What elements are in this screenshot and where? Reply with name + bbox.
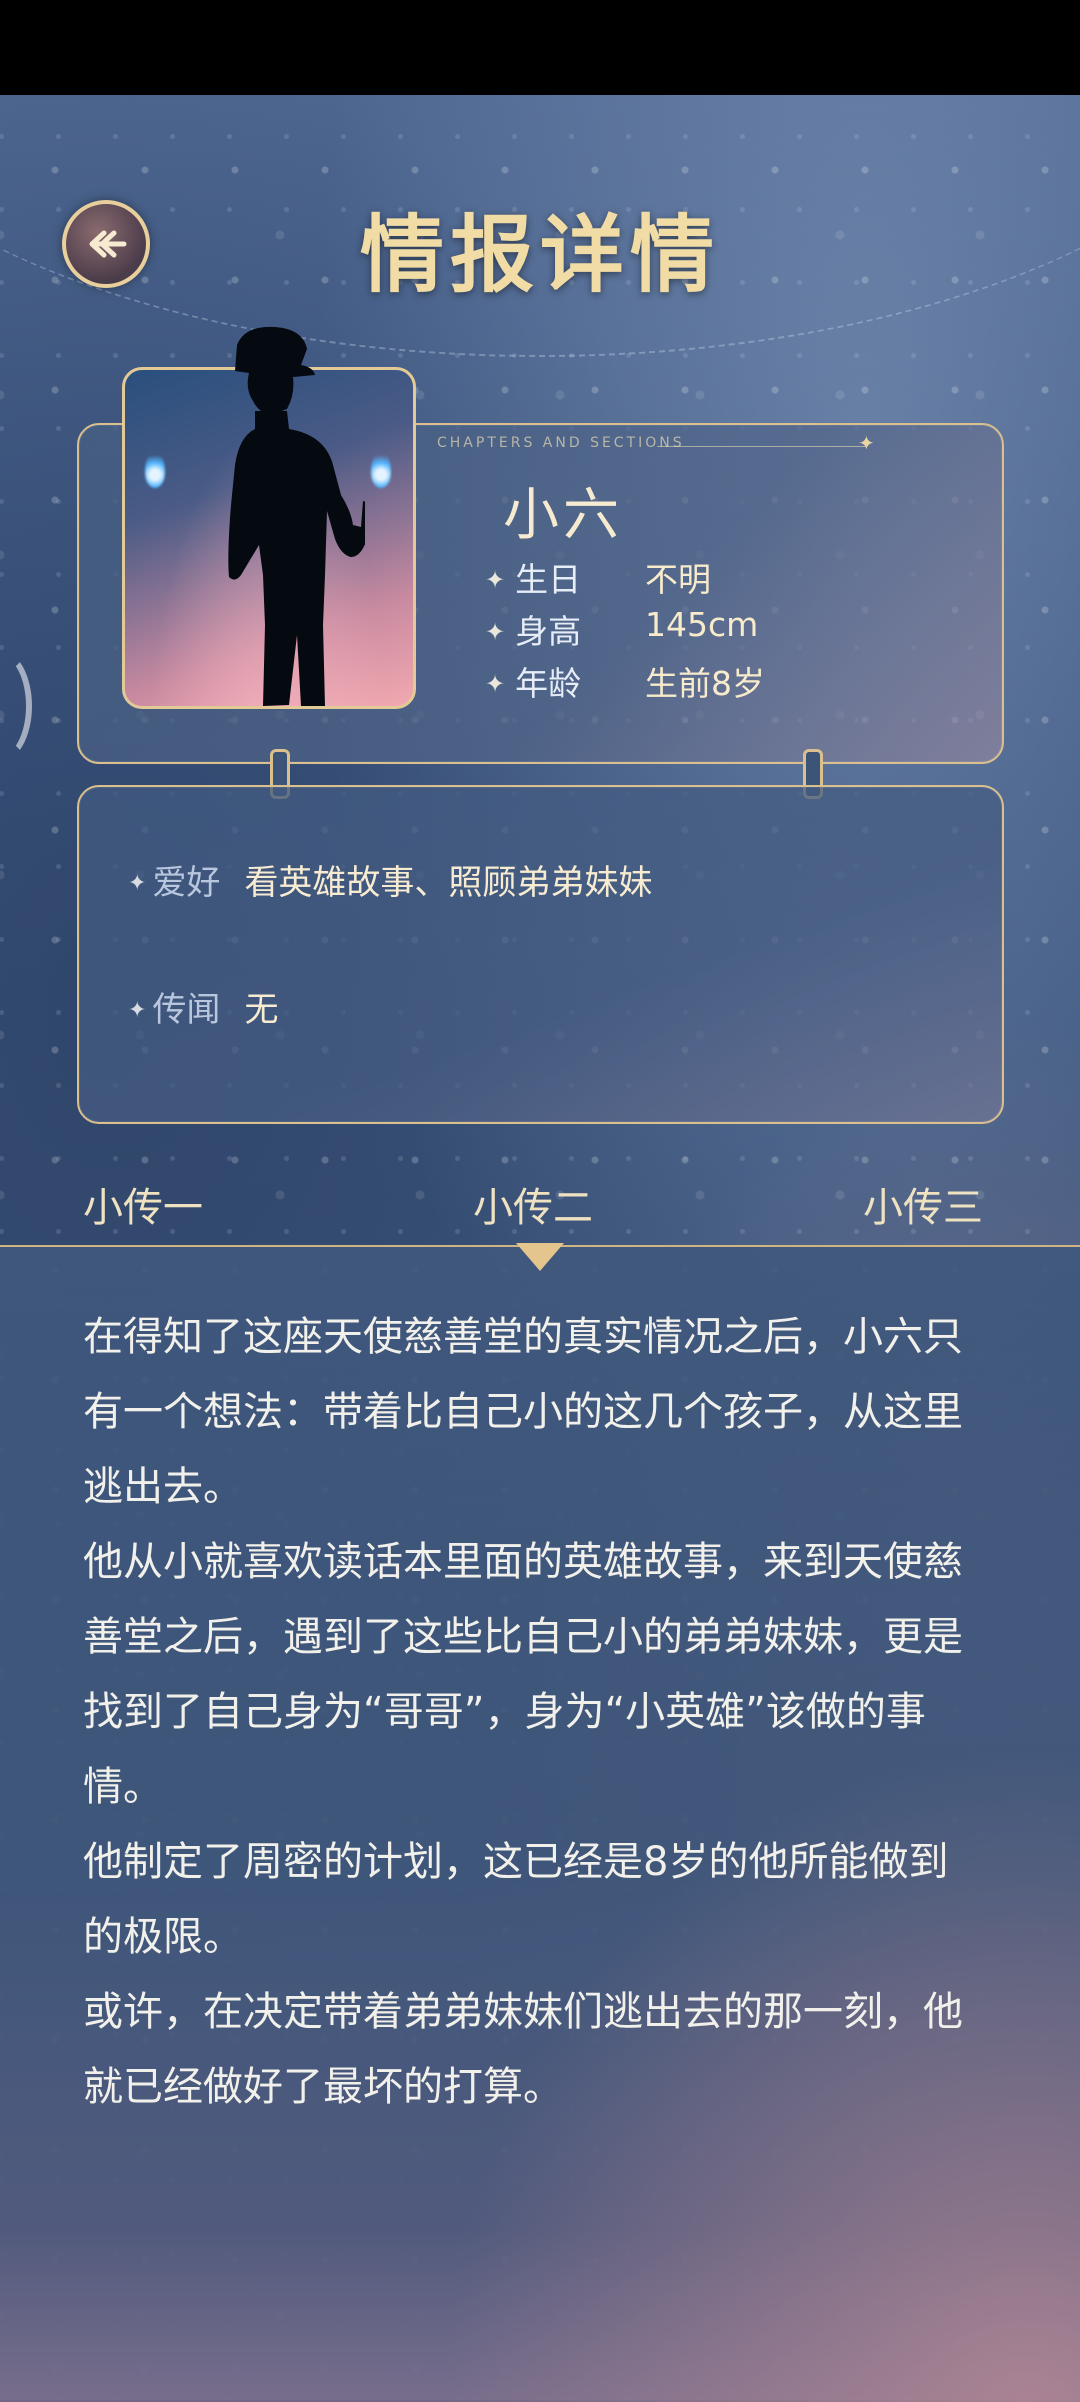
- field-label: 生日: [515, 560, 582, 599]
- details-panel: [77, 785, 1004, 1124]
- story-paragraph: 他从小就喜欢读话本里面的英雄故事，来到天使慈善堂之后，遇到了这些比自己小的弟弟妹…: [83, 1539, 963, 1810]
- story-text: 在得知了这座天使慈善堂的真实情况之后，小六只有一个想法：带着比自己小的这几个孩子…: [83, 1300, 983, 2125]
- chapter-label: CHAPTERS AND SECTIONS: [437, 435, 685, 451]
- bullet-icon: ✦: [128, 998, 147, 1023]
- info-row-height: ✦ 身高 145cm: [485, 605, 758, 653]
- character-portrait: [122, 326, 416, 709]
- tab-story-2[interactable]: 小传二: [473, 1175, 593, 1233]
- story-paragraph: 在得知了这座天使慈善堂的真实情况之后，小六只有一个想法：带着比自己小的这几个孩子…: [83, 1314, 963, 1510]
- hobby-label: 爱好: [152, 863, 221, 903]
- info-row-birthday: ✦ 生日 不明: [485, 553, 711, 601]
- character-silhouette: [228, 326, 365, 706]
- page-title: 情报详情: [359, 205, 720, 304]
- chapter-divider: [657, 446, 867, 447]
- info-row-age: ✦ 年龄 生前8岁: [485, 657, 765, 705]
- character-name: 小六: [503, 483, 623, 548]
- bullet-icon: ✦: [485, 566, 506, 594]
- sparkle-icon: ✦: [858, 431, 875, 455]
- field-value: 不明: [645, 560, 711, 599]
- blue-flame-left: [145, 450, 165, 488]
- field-label: 身高: [515, 612, 582, 651]
- story-paragraph: 或许，在决定带着弟弟妹妹们逃出去的那一刻，他就已经做好了最坏的打算。: [83, 1989, 963, 2110]
- bullet-icon: ✦: [485, 670, 506, 698]
- bullet-icon: ✦: [485, 618, 506, 646]
- story-tabs: 小传一 小传二 小传三: [0, 1175, 1080, 1235]
- field-value: 145cm: [645, 605, 759, 644]
- field-label: 年龄: [515, 664, 582, 703]
- bullet-icon: ✦: [128, 871, 147, 896]
- rumor-row: ✦ 传闻无: [128, 982, 278, 1031]
- tab-story-1[interactable]: 小传一: [83, 1175, 203, 1233]
- hobby-row: ✦ 爱好 看英雄故事、照顾弟弟妹妹: [128, 855, 652, 904]
- rumor-label: 传闻: [152, 990, 221, 1030]
- selected-tab-pointer: [516, 1243, 564, 1271]
- blue-flame-right: [371, 450, 391, 488]
- status-bar: [0, 0, 1080, 95]
- story-paragraph: 他制定了周密的计划，这已经是8岁的他所能做到的极限。: [83, 1839, 949, 1960]
- hobby-value: 看英雄故事、照顾弟弟妹妹: [244, 863, 653, 903]
- field-value: 生前8岁: [645, 664, 765, 703]
- tab-story-3[interactable]: 小传三: [863, 1175, 983, 1233]
- rumor-value: 无: [244, 990, 279, 1030]
